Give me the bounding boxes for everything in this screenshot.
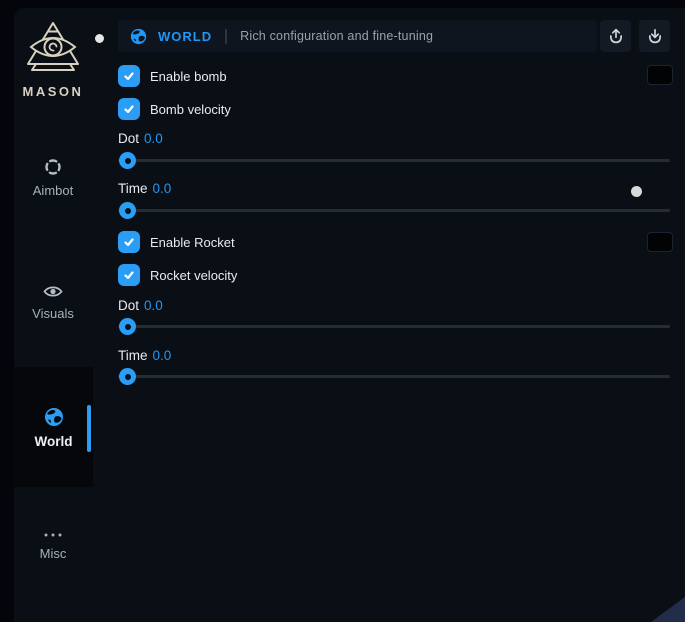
enable-bomb-row: Enable bomb bbox=[118, 65, 227, 87]
crosshair-icon bbox=[44, 158, 62, 176]
slider-value: 0.0 bbox=[153, 181, 172, 196]
globe-icon bbox=[130, 28, 147, 45]
rocket-time-slider-track[interactable] bbox=[118, 375, 670, 378]
rocket-velocity-row: Rocket velocity bbox=[118, 264, 237, 286]
rocket-dot-slider-thumb[interactable] bbox=[119, 318, 136, 335]
check-icon bbox=[123, 70, 135, 82]
brand-name: MASON bbox=[14, 84, 92, 99]
download-icon bbox=[647, 28, 663, 45]
sidebar-item-aimbot[interactable]: Aimbot bbox=[14, 158, 92, 198]
checkbox-label: Enable Rocket bbox=[150, 235, 235, 250]
rocket-time-slider-label: Time0.0 bbox=[118, 348, 171, 363]
check-icon bbox=[123, 103, 135, 115]
mason-eye-pyramid-icon bbox=[24, 20, 82, 74]
sidebar-item-label: Visuals bbox=[32, 306, 74, 321]
rocket-time-slider-thumb[interactable] bbox=[119, 368, 136, 385]
enable-bomb-checkbox[interactable] bbox=[118, 65, 140, 87]
enable-rocket-checkbox[interactable] bbox=[118, 231, 140, 253]
sidebar-item-label: World bbox=[35, 434, 73, 449]
download-config-button[interactable] bbox=[639, 20, 670, 52]
page-subtitle: Rich configuration and fine-tuning bbox=[240, 29, 433, 43]
slider-value: 0.0 bbox=[144, 298, 163, 313]
rocket-velocity-checkbox[interactable] bbox=[118, 264, 140, 286]
page-title: WORLD bbox=[158, 29, 212, 44]
check-icon bbox=[123, 236, 135, 248]
globe-icon bbox=[44, 407, 64, 427]
ellipsis-icon bbox=[42, 531, 64, 539]
cursor-dot bbox=[631, 186, 642, 197]
bomb-dot-slider-track[interactable] bbox=[118, 159, 670, 162]
rocket-dot-slider-track[interactable] bbox=[118, 325, 670, 328]
rocket-dot-slider-label: Dot0.0 bbox=[118, 298, 163, 313]
bomb-time-slider-thumb[interactable] bbox=[119, 202, 136, 219]
upload-icon bbox=[608, 28, 624, 45]
slider-value: 0.0 bbox=[153, 348, 172, 363]
bomb-dot-slider-label: Dot0.0 bbox=[118, 131, 163, 146]
bomb-time-slider-label: Time0.0 bbox=[118, 181, 171, 196]
checkbox-label: Enable bomb bbox=[150, 69, 227, 84]
bomb-dot-slider-thumb[interactable] bbox=[119, 152, 136, 169]
header-divider bbox=[225, 29, 227, 44]
sidebar-item-misc[interactable]: Misc bbox=[14, 531, 92, 561]
sidebar-item-label: Misc bbox=[40, 546, 67, 561]
enable-rocket-row: Enable Rocket bbox=[118, 231, 235, 253]
page-header: WORLD Rich configuration and fine-tuning bbox=[118, 20, 597, 52]
bomb-color-swatch[interactable] bbox=[647, 65, 673, 85]
checkbox-label: Bomb velocity bbox=[150, 102, 231, 117]
sidebar-item-visuals[interactable]: Visuals bbox=[14, 284, 92, 321]
bomb-velocity-checkbox[interactable] bbox=[118, 98, 140, 120]
checkbox-label: Rocket velocity bbox=[150, 268, 237, 283]
eye-icon bbox=[43, 284, 63, 299]
slider-value: 0.0 bbox=[144, 131, 163, 146]
rocket-color-swatch[interactable] bbox=[647, 232, 673, 252]
cheat-menu-screen: MASON Aimbot Visuals World bbox=[0, 0, 685, 622]
brand-logo: MASON bbox=[14, 20, 92, 99]
cursor-dot bbox=[95, 34, 104, 43]
bomb-time-slider-track[interactable] bbox=[118, 209, 670, 212]
sidebar-item-label: Aimbot bbox=[33, 183, 73, 198]
menu-window bbox=[14, 8, 685, 622]
sidebar-item-world-active[interactable]: World bbox=[14, 367, 93, 487]
check-icon bbox=[123, 269, 135, 281]
upload-config-button[interactable] bbox=[600, 20, 631, 52]
bomb-velocity-row: Bomb velocity bbox=[118, 98, 231, 120]
